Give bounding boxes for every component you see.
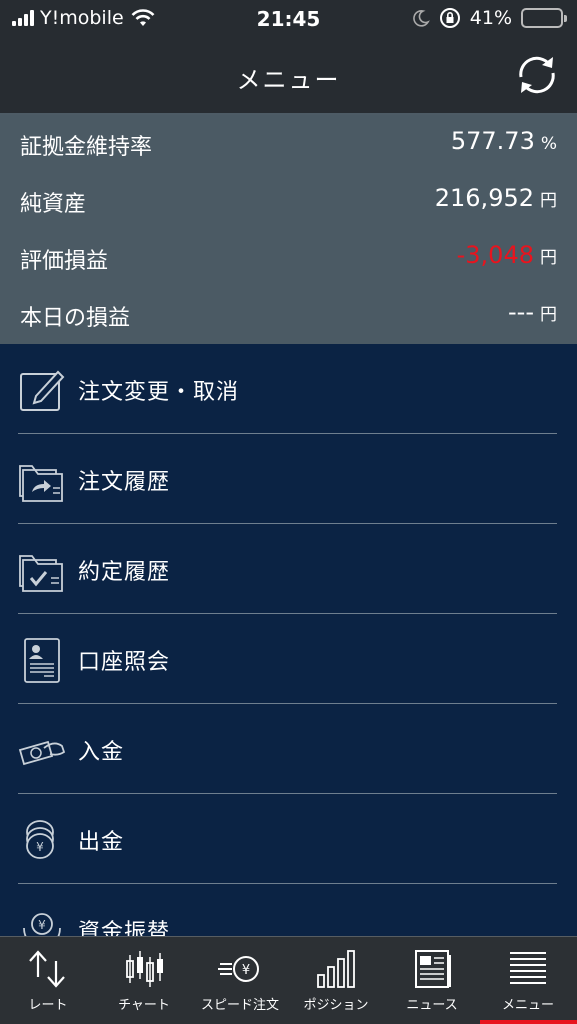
menu-item-label: 口座照会 bbox=[78, 650, 171, 675]
edit-icon bbox=[20, 370, 65, 411]
rate-arrows-icon bbox=[29, 950, 65, 988]
position-bars-icon bbox=[317, 950, 355, 988]
unrealized-pl-label: 評価損益 bbox=[20, 249, 109, 274]
refresh-icon[interactable] bbox=[513, 51, 561, 99]
net-assets-value: 216,952 円 bbox=[434, 184, 557, 212]
menu-list: 注文変更・取消 注文履歴 約定履歴 口座照会 入金 ¥ 出金 ¥ 資金振替 bbox=[0, 344, 577, 936]
today-pl-value: --- 円 bbox=[508, 298, 557, 326]
tab-position[interactable]: ポジション bbox=[288, 937, 384, 1024]
menu-item-order-history[interactable]: 注文履歴 bbox=[0, 434, 577, 524]
today-pl-row: 本日の損益 --- 円 bbox=[0, 286, 577, 343]
menu-item-account-inquiry[interactable]: 口座照会 bbox=[0, 614, 577, 704]
today-pl-label: 本日の損益 bbox=[20, 306, 131, 331]
menu-item-label: 資金振替 bbox=[78, 920, 171, 936]
tab-menu[interactable]: メニュー bbox=[480, 937, 576, 1024]
menu-item-label: 約定履歴 bbox=[78, 560, 171, 585]
tab-bar: レート チャート ¥ スピード注文 ポジション ニュース メニュー bbox=[0, 936, 577, 1024]
tab-label: ニュース bbox=[406, 998, 458, 1013]
withdraw-coins-icon: ¥ bbox=[26, 820, 54, 859]
status-bar: Y!mobile 21:45 41% bbox=[0, 0, 577, 38]
tab-label: チャート bbox=[118, 998, 170, 1013]
transfer-icon: ¥ bbox=[23, 913, 61, 936]
tab-label: ポジション bbox=[303, 998, 369, 1013]
tab-label: メニュー bbox=[501, 998, 554, 1013]
battery-percent: 41% bbox=[469, 7, 512, 29]
candlestick-icon bbox=[126, 951, 163, 987]
svg-text:¥: ¥ bbox=[242, 963, 250, 978]
status-right: 41% bbox=[412, 7, 567, 29]
account-document-icon bbox=[24, 638, 60, 683]
execution-history-folder-icon bbox=[19, 555, 63, 592]
menu-lines-icon bbox=[510, 952, 546, 984]
menu-item-fund-transfer[interactable]: ¥ 資金振替 bbox=[0, 884, 577, 936]
battery-icon bbox=[521, 8, 567, 28]
menu-item-deposit[interactable]: 入金 bbox=[0, 704, 577, 794]
menu-item-label: 入金 bbox=[78, 740, 125, 765]
menu-item-withdrawal[interactable]: ¥ 出金 bbox=[0, 794, 577, 884]
margin-ratio-row: 証拠金維持率 577.73% bbox=[0, 115, 577, 172]
unrealized-pl-row: 評価損益 -3,048 円 bbox=[0, 229, 577, 286]
tab-speed-order[interactable]: ¥ スピード注文 bbox=[192, 937, 288, 1024]
deposit-hand-icon bbox=[18, 740, 66, 766]
unrealized-pl-value: -3,048 円 bbox=[456, 241, 557, 269]
margin-ratio-label: 証拠金維持率 bbox=[20, 135, 153, 160]
order-history-folder-icon bbox=[19, 465, 63, 502]
orientation-lock-icon bbox=[439, 8, 460, 28]
menu-item-label: 注文履歴 bbox=[78, 470, 171, 495]
moon-icon bbox=[412, 10, 430, 27]
menu-item-execution-history[interactable]: 約定履歴 bbox=[0, 524, 577, 614]
menu-item-order-modify[interactable]: 注文変更・取消 bbox=[0, 344, 577, 434]
tab-rate[interactable]: レート bbox=[0, 937, 96, 1024]
tab-label: スピード注文 bbox=[200, 998, 279, 1013]
svg-text:¥: ¥ bbox=[38, 918, 46, 932]
active-tab-indicator bbox=[480, 1020, 577, 1024]
net-assets-label: 純資産 bbox=[20, 192, 87, 217]
svg-text:¥: ¥ bbox=[36, 840, 44, 854]
tab-chart[interactable]: チャート bbox=[96, 937, 192, 1024]
speed-order-icon: ¥ bbox=[218, 956, 259, 982]
account-summary: 証拠金維持率 577.73% 純資産 216,952 円 評価損益 -3,048 円… bbox=[0, 115, 577, 344]
margin-ratio-value: 577.73% bbox=[450, 127, 557, 155]
menu-item-label: 注文変更・取消 bbox=[78, 380, 240, 405]
net-assets-row: 純資産 216,952 円 bbox=[0, 172, 577, 229]
page-title: メニュー bbox=[236, 66, 341, 94]
tab-news[interactable]: ニュース bbox=[384, 937, 480, 1024]
navigation-bar: メニュー bbox=[0, 38, 577, 115]
menu-item-label: 出金 bbox=[78, 830, 125, 855]
newspaper-icon bbox=[415, 950, 451, 988]
tab-label: レート bbox=[28, 998, 68, 1013]
